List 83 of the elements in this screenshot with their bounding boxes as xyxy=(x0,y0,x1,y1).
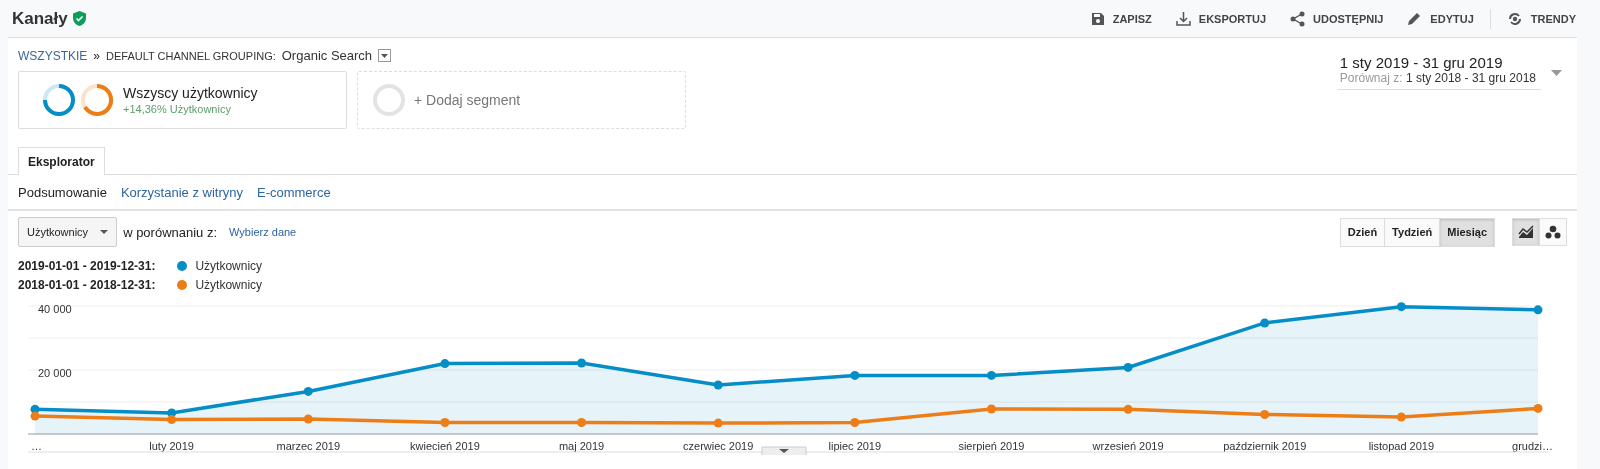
data-point xyxy=(577,418,587,427)
select-data-link[interactable]: Wybierz dane xyxy=(229,226,297,238)
axis-label: maj 2019 xyxy=(558,440,605,452)
caret-icon xyxy=(381,53,389,58)
data-point xyxy=(713,418,723,428)
data-point xyxy=(577,358,587,368)
axis-label: grudzi… xyxy=(1512,440,1553,452)
legend-label: Użytkownicy xyxy=(195,259,263,273)
save-icon xyxy=(1090,11,1105,26)
axis-label: lipiec 2019 xyxy=(828,440,882,452)
subtab-link[interactable]: Korzystanie z witryny xyxy=(120,184,243,200)
data-point xyxy=(1260,410,1270,419)
segment-name: Wszyscy użytkownicy xyxy=(123,85,258,101)
axis-label: sierpień 2019 xyxy=(958,440,1025,452)
grouping-value: Organic Search xyxy=(281,48,373,63)
edit-button[interactable]: EDYTUJ xyxy=(1395,11,1486,26)
data-point xyxy=(303,386,313,396)
caret-icon xyxy=(1551,70,1562,76)
chart-mode-button[interactable] xyxy=(1539,218,1567,246)
data-point xyxy=(713,380,723,390)
axis-label: czerwiec 2019 xyxy=(683,440,754,452)
page-title: Kanały xyxy=(12,8,68,29)
line-chart-icon xyxy=(1518,225,1534,239)
circle-icon xyxy=(372,83,406,117)
compare-label: Porównaj z: xyxy=(1339,71,1403,85)
axis-label: wrzesień 2019 xyxy=(1092,440,1164,452)
data-point xyxy=(1260,318,1270,328)
trends-icon xyxy=(1506,10,1523,27)
add-segment-button[interactable]: + Dodaj segment xyxy=(357,71,686,129)
data-point xyxy=(986,370,996,380)
compare-label: w porównaniu z: xyxy=(123,224,218,240)
axis-label: … xyxy=(31,440,42,452)
data-point xyxy=(1533,305,1543,315)
data-point xyxy=(1123,362,1133,372)
axis-label: listopad 2019 xyxy=(1368,440,1435,452)
data-point xyxy=(440,418,450,427)
data-point xyxy=(303,414,313,424)
dropdown-button[interactable] xyxy=(378,49,392,62)
legend-label: Użytkownicy xyxy=(195,278,263,292)
data-point xyxy=(1123,404,1133,414)
axis-label: marzec 2019 xyxy=(276,440,341,452)
pencil-icon xyxy=(1407,11,1423,26)
data-point xyxy=(167,415,177,425)
axis-label: kwiecień 2019 xyxy=(410,440,480,452)
data-point xyxy=(30,411,40,421)
segment-change: +14,36% Użytkownicy xyxy=(123,103,232,115)
share-button[interactable]: UDOSTĘPNIJ xyxy=(1278,10,1396,27)
subtab-link[interactable]: Podsumowanie xyxy=(18,184,107,200)
data-point xyxy=(850,370,860,380)
granularity-button[interactable]: Dzień xyxy=(1339,217,1386,247)
subtab-link[interactable]: E-commerce xyxy=(257,184,331,200)
axis-label: 40 000 xyxy=(38,303,72,315)
data-point xyxy=(850,418,860,427)
granularity-button[interactable]: Miesiąc xyxy=(1439,217,1495,247)
breadcrumb-link[interactable]: WSZYSTKIE xyxy=(18,48,88,63)
legend-period: 2019-01-01 - 2019-12-31: xyxy=(18,259,156,273)
bubbles-icon xyxy=(1545,225,1561,239)
axis-label: 20 000 xyxy=(38,367,72,379)
download-icon xyxy=(1175,11,1191,26)
date-range-picker[interactable]: 1 sty 2019 - 31 gru 2019 Porównaj z: 1 sty 2018 - 31 gru 2018 xyxy=(1337,54,1541,90)
data-point xyxy=(440,359,450,369)
share-icon xyxy=(1290,10,1306,27)
data-point xyxy=(1396,302,1406,312)
axis-label: luty 2019 xyxy=(149,440,194,452)
granularity-button[interactable]: Tydzień xyxy=(1384,217,1441,247)
data-point xyxy=(1396,412,1406,422)
axis-label: październik 2019 xyxy=(1223,440,1307,452)
save-button[interactable]: ZAPISZ xyxy=(1078,11,1164,26)
legend-period: 2018-01-01 - 2018-12-31: xyxy=(18,278,156,292)
caret-icon xyxy=(100,230,109,234)
segment-card[interactable]: Wszyscy użytkownicy +14,36% Użytkownicy xyxy=(18,71,347,129)
data-point xyxy=(1533,403,1543,413)
date-range: 1 sty 2019 - 31 gru 2019 xyxy=(1339,54,1504,71)
chart-mode-button[interactable] xyxy=(1512,218,1540,246)
grouping-label: DEFAULT CHANNEL GROUPING: xyxy=(106,49,276,62)
breadcrumb-separator: » xyxy=(93,48,101,63)
trends-button[interactable]: TRENDY xyxy=(1494,10,1588,27)
data-point xyxy=(986,404,996,414)
compare-range: 1 sty 2018 - 31 gru 2018 xyxy=(1405,71,1536,85)
collapse-handle[interactable] xyxy=(761,446,807,455)
metric-select[interactable]: Użytkownicy xyxy=(18,217,118,247)
export-button[interactable]: EKSPORTUJ xyxy=(1163,11,1279,26)
tab[interactable]: Eksplorator xyxy=(18,147,105,175)
